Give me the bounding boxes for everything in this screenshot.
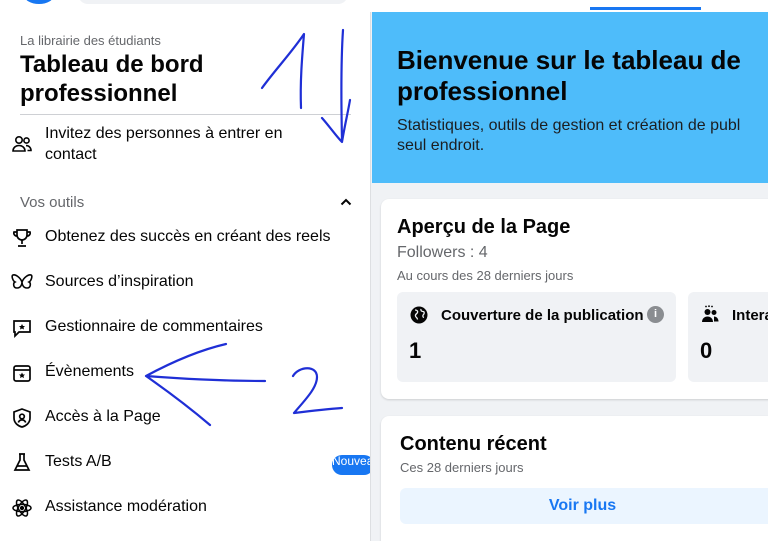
sidebar-item-page-access[interactable]: Accès à la Page xyxy=(10,398,360,438)
recent-title: Contenu récent xyxy=(400,433,547,455)
trophy-icon xyxy=(12,229,32,247)
sidebar-title: Tableau de bord professionnel xyxy=(20,51,204,107)
overview-period: Au cours des 28 derniers jours xyxy=(397,268,574,283)
people-icon xyxy=(12,136,32,152)
tools-section-header: Vos outils xyxy=(20,194,85,211)
sidebar-item-events[interactable]: Évènements xyxy=(10,353,360,393)
butterfly-icon xyxy=(11,274,33,289)
globe-icon xyxy=(410,306,428,324)
sidebar: La librairie des étudiants Tableau de bo… xyxy=(0,12,371,541)
calendar-star-icon xyxy=(13,365,31,382)
page-name: La librairie des étudiants xyxy=(20,33,161,48)
info-icon[interactable]: i xyxy=(647,306,664,323)
invite-label: Invitez des personnes à entrer en contac… xyxy=(45,125,283,163)
flask-icon xyxy=(13,453,31,471)
recent-period: Ces 28 derniers jours xyxy=(400,460,524,475)
new-badge: Nouveau xyxy=(332,455,370,475)
divider xyxy=(20,114,351,115)
banner-description: Statistiques, outils de gestion et créat… xyxy=(397,117,741,154)
invite-people-item[interactable]: Invitez des personnes à entrer en contac… xyxy=(10,122,360,166)
atom-icon xyxy=(12,499,32,517)
page-overview-card: Aperçu de la Page Followers : 4 Au cours… xyxy=(381,199,768,399)
facebook-logo-icon[interactable] xyxy=(24,0,54,4)
active-tab-indicator xyxy=(590,7,701,10)
banner-title: Bienvenue sur le tableau de professionne… xyxy=(397,45,741,106)
followers-count: Followers : 4 xyxy=(397,244,488,261)
welcome-banner: Bienvenue sur le tableau de professionne… xyxy=(372,12,768,183)
overview-title: Aperçu de la Page xyxy=(397,216,571,238)
recent-content-card: Contenu récent Ces 28 derniers jours Voi… xyxy=(381,416,768,541)
people-icon xyxy=(702,305,719,322)
comment-icon xyxy=(13,320,31,339)
chevron-up-icon[interactable] xyxy=(338,194,354,210)
stat-interactions-value: 0 xyxy=(700,338,713,363)
sidebar-item-ab-tests[interactable]: Tests A/B Nouveau xyxy=(10,443,370,483)
search-input[interactable] xyxy=(78,0,348,4)
sidebar-item-moderation[interactable]: Assistance modération xyxy=(10,488,360,528)
stat-reach-value: 1 xyxy=(409,338,422,363)
stat-reach-label: Couverture de la publication xyxy=(441,307,644,324)
see-more-button[interactable]: Voir plus xyxy=(400,488,768,524)
shield-user-icon xyxy=(13,408,31,428)
stat-interactions-label: Interac xyxy=(732,307,768,324)
sidebar-item-reels[interactable]: Obtenez des succès en créant des reels xyxy=(10,218,360,258)
sidebar-item-inspiration[interactable]: Sources d’inspiration xyxy=(10,263,360,303)
stat-reach[interactable]: Couverture de la publication i 1 xyxy=(397,292,676,382)
top-bar xyxy=(0,0,768,12)
sidebar-item-comments[interactable]: Gestionnaire de commentaires xyxy=(10,308,360,348)
stat-interactions[interactable]: Interac 0 xyxy=(688,292,768,382)
